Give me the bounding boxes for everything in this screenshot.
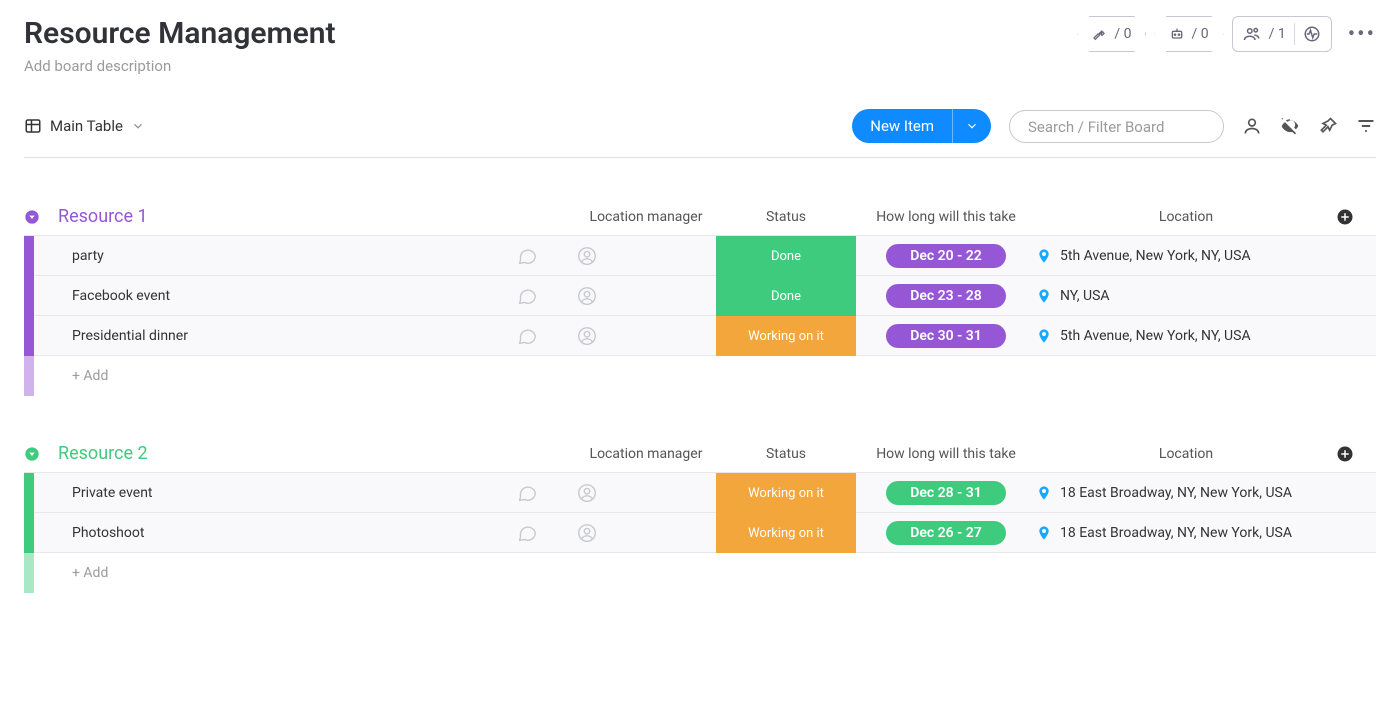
- item-name[interactable]: Facebook event: [58, 288, 516, 304]
- robot-icon: [1169, 26, 1185, 42]
- integration-count-a: / 0: [1114, 26, 1131, 42]
- person-cell[interactable]: [576, 285, 716, 307]
- new-item-button[interactable]: New Item: [852, 109, 952, 143]
- row-color-bar: [24, 236, 34, 276]
- wrench-icon: [1092, 26, 1108, 42]
- row-color-bar: [24, 316, 34, 356]
- new-item-dropdown[interactable]: [952, 109, 991, 143]
- column-header-location[interactable]: Location: [1036, 209, 1336, 225]
- status-cell[interactable]: Working on it: [716, 473, 856, 513]
- location-cell[interactable]: 5th Avenue, New York, NY, USA: [1036, 328, 1336, 344]
- location-cell[interactable]: NY, USA: [1036, 288, 1336, 304]
- integration-badge-a[interactable]: / 0: [1077, 16, 1146, 52]
- table-row[interactable]: Photoshoot Working on itDec 26 - 2718 Eas…: [24, 512, 1376, 552]
- group-title[interactable]: Resource 2: [58, 443, 516, 464]
- column-header-status[interactable]: Status: [716, 209, 856, 225]
- row-color-bar: [24, 276, 34, 316]
- integration-count-b: / 0: [1191, 26, 1208, 42]
- person-cell[interactable]: [576, 245, 716, 267]
- column-header-duration[interactable]: How long will this take: [856, 209, 1036, 225]
- board-description[interactable]: Add board description: [24, 57, 336, 75]
- table-row[interactable]: party DoneDec 20 - 225th Avenue, New York…: [24, 235, 1376, 275]
- people-icon: [1243, 25, 1261, 43]
- location-cell[interactable]: 18 East Broadway, NY, New York, USA: [1036, 525, 1336, 541]
- column-header-location[interactable]: Location: [1036, 446, 1336, 462]
- add-column-button[interactable]: [1336, 445, 1376, 463]
- chevron-down-icon[interactable]: [131, 119, 145, 133]
- status-cell[interactable]: Done: [716, 276, 856, 316]
- chat-icon[interactable]: [516, 325, 576, 347]
- item-name[interactable]: Presidential dinner: [58, 328, 516, 344]
- filter-icon[interactable]: [1356, 116, 1376, 136]
- table-row[interactable]: Presidential dinner Working on itDec 30 -…: [24, 315, 1376, 355]
- add-column-button[interactable]: [1336, 208, 1376, 226]
- person-filter-icon[interactable]: [1242, 116, 1262, 136]
- activity-icon: [1303, 25, 1321, 43]
- column-header-location-manager[interactable]: Location manager: [576, 446, 716, 462]
- item-name[interactable]: Photoshoot: [58, 525, 516, 541]
- add-item-row[interactable]: + Add: [58, 368, 516, 384]
- location-cell[interactable]: 18 East Broadway, NY, New York, USA: [1036, 485, 1336, 501]
- row-color-bar: [24, 513, 34, 553]
- location-pin-icon: [1036, 248, 1052, 264]
- add-item-row[interactable]: + Add: [58, 565, 516, 581]
- chat-icon[interactable]: [516, 522, 576, 544]
- duration-cell[interactable]: Dec 20 - 22: [856, 244, 1036, 268]
- chat-icon[interactable]: [516, 482, 576, 504]
- group-title[interactable]: Resource 1: [58, 206, 516, 227]
- separator: [1294, 23, 1295, 45]
- location-pin-icon: [1036, 525, 1052, 541]
- column-header-duration[interactable]: How long will this take: [856, 446, 1036, 462]
- integration-badge-b[interactable]: / 0: [1154, 16, 1223, 52]
- item-name[interactable]: party: [58, 248, 516, 264]
- table-row[interactable]: Facebook event DoneDec 23 - 28NY, USA: [24, 275, 1376, 315]
- group-collapse-toggle[interactable]: [24, 446, 58, 462]
- table-row[interactable]: Private event Working on itDec 28 - 3118 …: [24, 472, 1376, 512]
- members-count: / 1: [1269, 26, 1286, 42]
- status-cell[interactable]: Working on it: [716, 513, 856, 553]
- status-cell[interactable]: Done: [716, 236, 856, 276]
- column-header-location-manager[interactable]: Location manager: [576, 209, 716, 225]
- new-item-group: New Item: [852, 109, 991, 143]
- location-pin-icon: [1036, 288, 1052, 304]
- members-box[interactable]: / 1: [1232, 16, 1332, 52]
- person-cell[interactable]: [576, 325, 716, 347]
- chat-icon[interactable]: [516, 245, 576, 267]
- row-color-bar: [24, 553, 34, 593]
- duration-cell[interactable]: Dec 26 - 27: [856, 521, 1036, 545]
- search-input[interactable]: [1028, 118, 1205, 136]
- item-name[interactable]: Private event: [58, 485, 516, 501]
- row-color-bar: [24, 356, 34, 396]
- eye-off-icon[interactable]: [1280, 116, 1300, 136]
- pin-icon[interactable]: [1318, 116, 1338, 136]
- row-color-bar: [24, 473, 34, 513]
- group-collapse-toggle[interactable]: [24, 209, 58, 225]
- duration-cell[interactable]: Dec 28 - 31: [856, 481, 1036, 505]
- location-pin-icon: [1036, 485, 1052, 501]
- table-icon: [24, 117, 42, 135]
- page-title: Resource Management: [24, 16, 336, 51]
- person-cell[interactable]: [576, 522, 716, 544]
- person-cell[interactable]: [576, 482, 716, 504]
- location-cell[interactable]: 5th Avenue, New York, NY, USA: [1036, 248, 1336, 264]
- header-actions: / 0 / 0 / 1 •••: [1077, 16, 1376, 52]
- status-cell[interactable]: Working on it: [716, 316, 856, 356]
- chat-icon[interactable]: [516, 285, 576, 307]
- more-menu[interactable]: •••: [1348, 22, 1376, 47]
- location-pin-icon: [1036, 328, 1052, 344]
- view-label[interactable]: Main Table: [50, 117, 123, 135]
- search-pill[interactable]: [1009, 110, 1224, 143]
- duration-cell[interactable]: Dec 23 - 28: [856, 284, 1036, 308]
- column-header-status[interactable]: Status: [716, 446, 856, 462]
- duration-cell[interactable]: Dec 30 - 31: [856, 324, 1036, 348]
